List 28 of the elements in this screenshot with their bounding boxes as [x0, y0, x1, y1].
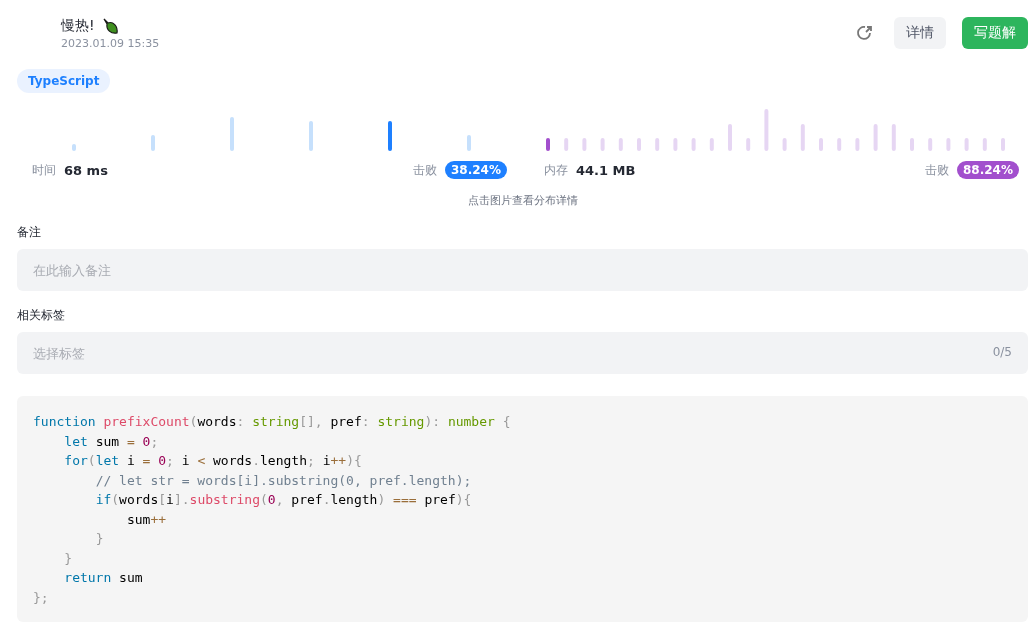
code-line: return sum [63, 569, 144, 587]
details-button[interactable]: 详情 [894, 17, 946, 49]
code-line: } [63, 549, 74, 568]
stat-label: 时间 [32, 161, 56, 179]
code-line: // let str = words[i].substring(0, pref.length); [94, 471, 473, 490]
submission-time: 2023.01.09 15:35 [61, 37, 160, 50]
beat-percentage: 88.24% [957, 161, 1019, 179]
stat-value: 44.1 MB [576, 162, 636, 178]
code-line: }; [33, 588, 50, 607]
note-field[interactable]: 在此输入备注 [17, 249, 1028, 291]
code-line: } [94, 530, 105, 548]
code-line: let sum = 0; [63, 432, 160, 451]
code-line: function prefixCount(words: string[], pref: string): number { [33, 413, 512, 431]
user-name: 慢热! [61, 17, 95, 35]
beat-label: 击败 [925, 161, 949, 179]
code-line: for(let i = 0; i < words.length; i++){ [63, 452, 363, 470]
chart-hint: 点击图片查看分布详情 [466, 193, 579, 208]
beat-label: 击败 [413, 161, 437, 179]
field-label: 相关标签 [17, 307, 66, 324]
share-icon[interactable] [856, 24, 874, 42]
stat-value: 68 ms [64, 162, 108, 178]
tag-count: 0/5 [992, 345, 1012, 359]
code-line: if(words[i].substring(0, pref.length) === pref){ [94, 491, 473, 509]
beat-percentage: 38.24% [445, 161, 507, 179]
stat-label: 内存 [544, 161, 568, 179]
field-label: 备注 [17, 224, 42, 241]
language-tag: TypeScript [17, 69, 111, 93]
code-line: sum++ [125, 510, 168, 529]
